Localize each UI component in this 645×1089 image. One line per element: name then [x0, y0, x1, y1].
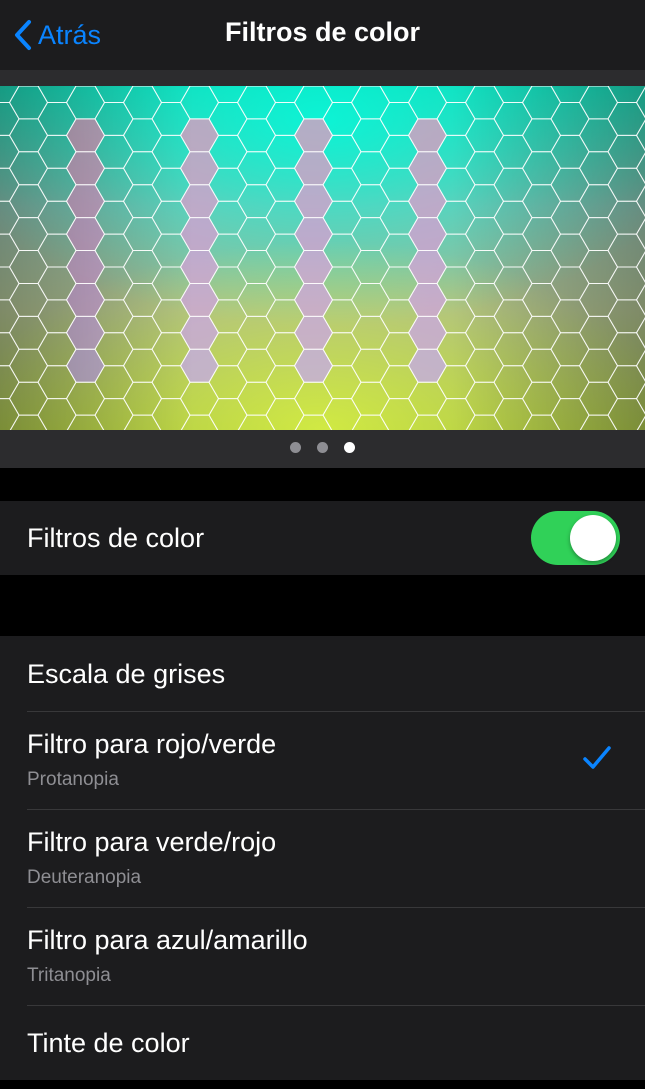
page-dot[interactable]	[290, 442, 301, 453]
switch-knob	[570, 515, 616, 561]
page-dot[interactable]	[317, 442, 328, 453]
option-title: Filtro para azul/amarillo	[27, 925, 308, 955]
color-preview-hexagon-image[interactable]	[0, 86, 645, 430]
option-subtitle: Deuteranopia	[27, 867, 142, 888]
checkmark-icon	[582, 745, 612, 776]
page-dot[interactable]	[344, 442, 355, 453]
page-title: Filtros de color	[224, 17, 421, 47]
option-title: Tinte de color	[27, 1028, 190, 1058]
navigation-bar: Atrás Filtros de color	[0, 0, 645, 70]
option-title: Filtro para rojo/verde	[27, 729, 277, 759]
option-blue-yellow[interactable]: Filtro para azul/amarillo Tritanopia	[0, 908, 645, 1005]
filter-options-list: Escala de grises Filtro para rojo/verde …	[0, 636, 645, 1080]
option-green-red[interactable]: Filtro para verde/rojo Deuteranopia	[0, 810, 645, 907]
option-grayscale[interactable]: Escala de grises	[0, 636, 645, 711]
option-title: Escala de grises	[27, 659, 226, 689]
option-red-green[interactable]: Filtro para rojo/verde Protanopia	[0, 712, 645, 809]
page-indicator[interactable]	[0, 442, 645, 453]
option-subtitle: Protanopia	[27, 769, 119, 790]
option-title: Filtro para verde/rojo	[27, 827, 277, 857]
option-subtitle: Tritanopia	[27, 965, 111, 986]
color-filters-label: Filtros de color	[27, 523, 205, 553]
option-color-tint[interactable]: Tinte de color	[0, 1006, 645, 1080]
color-filters-switch[interactable]	[531, 511, 620, 565]
